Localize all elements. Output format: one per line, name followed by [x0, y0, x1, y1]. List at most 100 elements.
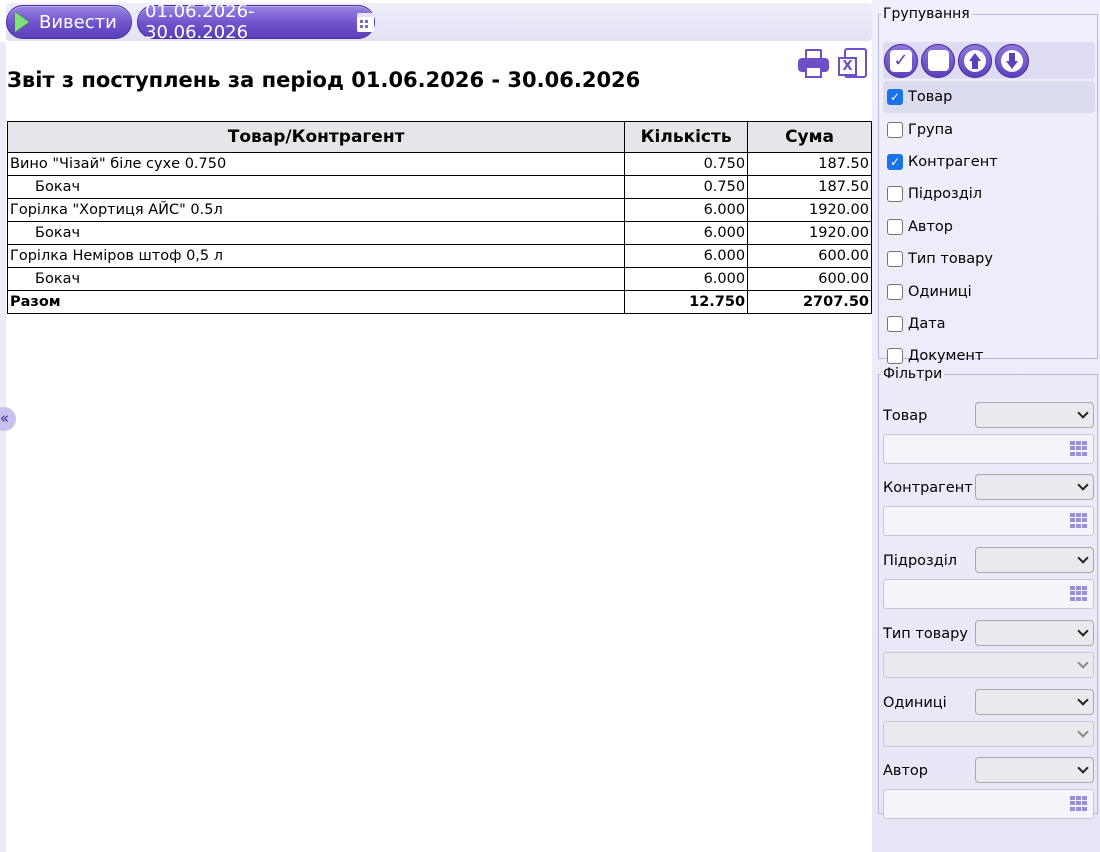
- filter-label: Контрагент: [883, 480, 973, 496]
- row-name-cell: Бокач: [6, 175, 626, 199]
- grouping-option[interactable]: Одиниці: [883, 275, 1095, 307]
- grouping-option[interactable]: Автор: [883, 211, 1095, 243]
- filter-value-input[interactable]: [883, 789, 1094, 819]
- grouping-option[interactable]: Група: [883, 113, 1095, 145]
- chevron-down-icon: [1077, 479, 1089, 491]
- grouping-checkbox[interactable]: [887, 121, 903, 138]
- filter-value-select[interactable]: [883, 652, 1094, 678]
- calendar-icon: [357, 12, 374, 32]
- filter-operator-select[interactable]: [975, 547, 1094, 573]
- filter-value-select[interactable]: [883, 721, 1094, 747]
- period-label: 01.06.2026-30.06.2026: [145, 1, 255, 43]
- check-all-button[interactable]: ✓: [884, 43, 918, 78]
- grouping-option[interactable]: Дата: [883, 308, 1095, 340]
- row-sum-cell: 187.50: [747, 152, 872, 176]
- row-name-cell: Бокач: [6, 267, 626, 291]
- grouping-option-label: Одиниці: [908, 283, 972, 300]
- table-row: Бокач 6.000 600.00: [6, 267, 872, 291]
- filter-operator-select[interactable]: [975, 402, 1094, 428]
- report-title: Звіт з поступлень за період 01.06.2026 -…: [7, 68, 641, 92]
- table-row: Горілка Неміров штоф 0,5 л 6.000 600.00: [6, 244, 872, 268]
- filter-label: Автор: [883, 763, 928, 779]
- row-name-cell: Бокач: [6, 221, 626, 245]
- chevron-down-icon: [1077, 552, 1089, 564]
- right-panel: Групування ✓ ✓ Товар Група ✓ Контрагент Підро…: [872, 0, 1100, 852]
- filter-label: Одиниці: [883, 695, 947, 711]
- grouping-checkbox[interactable]: [887, 283, 903, 300]
- grouping-option-label: Дата: [908, 315, 946, 332]
- left-edge-strip: [0, 42, 6, 852]
- grouping-checkbox[interactable]: [887, 348, 903, 365]
- run-button[interactable]: Вивести: [6, 5, 132, 39]
- filter-operator-select[interactable]: [975, 620, 1094, 646]
- check-all-icon: ✓: [890, 49, 912, 72]
- grouping-checkbox[interactable]: [887, 218, 903, 235]
- row-name-cell: Горілка Неміров штоф 0,5 л: [6, 244, 626, 268]
- chevron-down-icon: [1077, 762, 1089, 774]
- filter-operator-select[interactable]: [975, 757, 1094, 783]
- lookup-grid-icon[interactable]: [1070, 586, 1087, 601]
- grouping-option[interactable]: ✓ Контрагент: [883, 146, 1095, 178]
- row-sum-cell: 600.00: [747, 244, 872, 268]
- arrow-up-icon: [964, 49, 986, 72]
- uncheck-all-button[interactable]: [921, 43, 955, 78]
- grouping-checkbox[interactable]: [887, 315, 903, 332]
- table-row: Горілка "Хортиця АЙС" 0.5л 6.000 1920.00: [6, 198, 872, 222]
- grouping-option-label: Автор: [908, 218, 953, 235]
- grouping-option-label: Контрагент: [908, 153, 998, 170]
- excel-export-icon[interactable]: X: [838, 48, 868, 79]
- table-header-row: Товар/Контрагент Кількість Сума: [6, 121, 872, 153]
- row-sum-cell: 2707.50: [747, 290, 872, 314]
- row-sum-cell: 187.50: [747, 175, 872, 199]
- grouping-option-label: Підрозділ: [908, 186, 983, 203]
- column-header-quantity: Кількість: [624, 121, 749, 153]
- grouping-list: ✓ Товар Група ✓ Контрагент Підрозділ Автор Тип …: [883, 81, 1095, 373]
- grouping-legend: Групування: [883, 6, 970, 22]
- filter-label: Тип товару: [883, 626, 968, 642]
- grouping-option-label: Товар: [908, 89, 953, 106]
- row-quantity-cell: 0.750: [624, 152, 749, 176]
- grouping-option[interactable]: ✓ Товар: [883, 81, 1095, 114]
- row-name-cell: Вино "Чізай" біле сухе 0.750: [6, 152, 626, 176]
- arrow-down-icon: [1001, 49, 1023, 72]
- period-picker-button[interactable]: 01.06.2026-30.06.2026: [137, 1, 375, 43]
- move-up-button[interactable]: [958, 43, 992, 78]
- grouping-panel: Групування ✓ ✓ Товар Група ✓ Контрагент Підро…: [878, 6, 1098, 365]
- filter-value-input[interactable]: [883, 579, 1094, 609]
- filters-legend: Фільтри: [883, 366, 943, 382]
- lookup-grid-icon[interactable]: [1070, 796, 1087, 811]
- row-sum-cell: 1920.00: [747, 221, 872, 245]
- chevron-down-icon: [1077, 657, 1089, 669]
- print-icon[interactable]: [797, 48, 830, 79]
- lookup-grid-icon[interactable]: [1070, 513, 1087, 528]
- filter-operator-select[interactable]: [975, 474, 1094, 500]
- grouping-option-label: Документ: [908, 348, 984, 365]
- grouping-checkbox[interactable]: ✓: [887, 89, 903, 106]
- grouping-checkbox[interactable]: [887, 186, 903, 203]
- collapse-sidebar-button[interactable]: «: [0, 407, 16, 431]
- filter-label: Підрозділ: [883, 553, 958, 569]
- lookup-grid-icon[interactable]: [1070, 441, 1087, 456]
- total-row: Разом 12.750 2707.50: [6, 290, 872, 314]
- column-header-sum: Сума: [747, 121, 872, 153]
- row-name-cell: Горілка "Хортиця АЙС" 0.5л: [6, 198, 626, 222]
- filters-panel: Фільтри Товар Контрагент Підрозділ Тип това…: [878, 366, 1098, 819]
- row-name-cell: Разом: [6, 290, 626, 314]
- table-row: Бокач 0.750 187.50: [6, 175, 872, 199]
- grouping-checkbox[interactable]: [887, 251, 903, 268]
- filter-value-input[interactable]: [883, 506, 1094, 536]
- row-quantity-cell: 6.000: [624, 267, 749, 291]
- row-quantity-cell: 6.000: [624, 244, 749, 268]
- filter-operator-select[interactable]: [975, 689, 1094, 715]
- grouping-option[interactable]: Підрозділ: [883, 178, 1095, 210]
- grouping-option-label: Тип товару: [908, 251, 993, 268]
- grouping-option[interactable]: Тип товару: [883, 243, 1095, 275]
- filter-value-input[interactable]: [883, 434, 1094, 464]
- run-button-label: Вивести: [39, 11, 117, 33]
- table-row: Бокач 6.000 1920.00: [6, 221, 872, 245]
- column-header-item: Товар/Контрагент: [6, 121, 626, 153]
- grouping-checkbox[interactable]: ✓: [887, 153, 903, 170]
- move-down-button[interactable]: [995, 43, 1029, 78]
- uncheck-all-icon: [927, 50, 949, 71]
- filter-label: Товар: [883, 408, 928, 424]
